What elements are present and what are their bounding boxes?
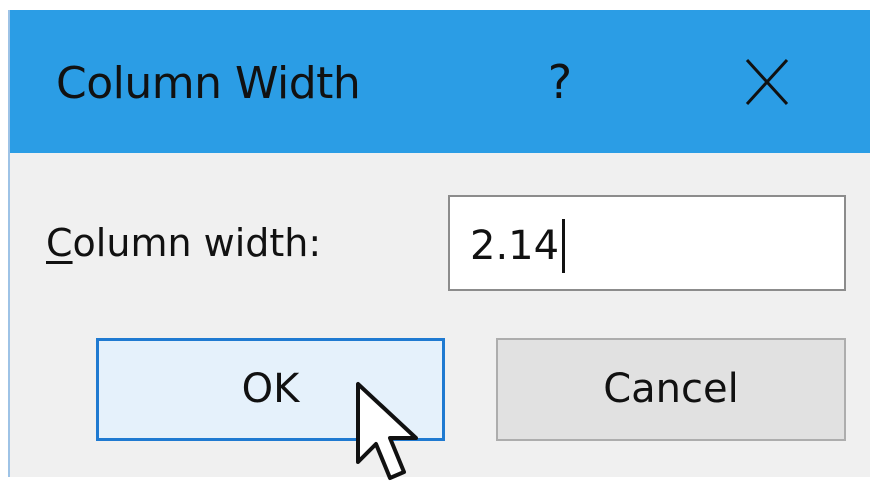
arrow-cursor-icon	[356, 382, 418, 480]
column-width-input[interactable]: 2.14	[448, 195, 846, 291]
label-text: olumn width:	[72, 221, 322, 265]
cancel-button[interactable]: Cancel	[496, 338, 846, 441]
dialog-title: Column Width	[56, 58, 361, 109]
text-caret	[562, 219, 566, 273]
input-value-wrapper: 2.14	[470, 219, 566, 273]
close-icon	[745, 58, 789, 106]
column-width-value: 2.14	[470, 223, 560, 269]
title-bar[interactable]: Column Width ?	[10, 10, 870, 153]
close-button[interactable]	[737, 54, 797, 110]
column-width-label: Column width:	[46, 221, 321, 265]
label-mnemonic: C	[46, 221, 73, 265]
column-width-dialog: Column Width ? Column width: 2.14 OK Can…	[8, 10, 870, 480]
help-button[interactable]: ?	[530, 52, 590, 112]
